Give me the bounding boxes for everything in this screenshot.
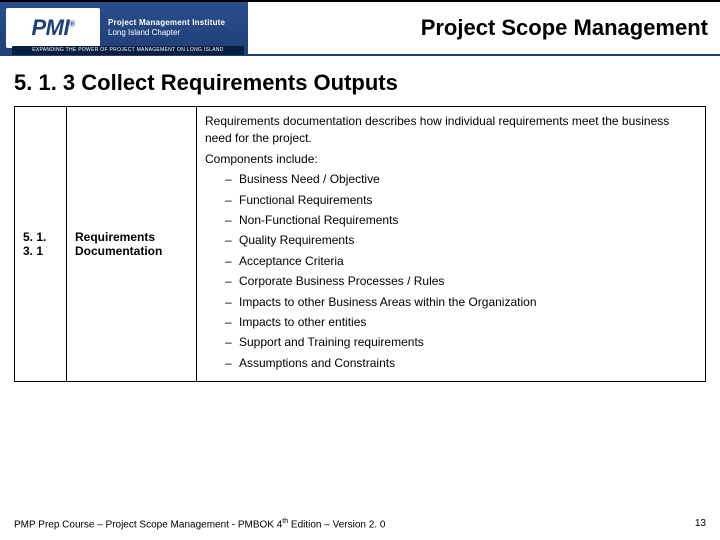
list-item: Non-Functional Requirements [225,212,697,229]
title-block: Project Scope Management [248,2,720,54]
table-row: 5. 1. 3. 1 Requirements Documentation Re… [15,107,706,382]
logo-text: PMI® [31,15,74,41]
footer: PMP Prep Course – Project Scope Manageme… [0,518,720,530]
footer-left: PMP Prep Course – Project Scope Manageme… [14,518,385,530]
list-item: Business Need / Objective [225,171,697,188]
logo-caption-line2: Long Island Chapter [108,28,225,38]
slide: PMI® Project Management Institute Long I… [0,0,720,540]
section-heading: 5. 1. 3 Collect Requirements Outputs [14,70,706,96]
logo-tagline: EXPANDING THE POWER OF PROJECT MANAGEMEN… [12,46,244,55]
list-item: Support and Training requirements [225,334,697,351]
cell-name: Requirements Documentation [67,107,197,382]
logo-caption: Project Management Institute Long Island… [108,18,225,37]
requirements-table: 5. 1. 3. 1 Requirements Documentation Re… [14,106,706,382]
content: 5. 1. 3. 1 Requirements Documentation Re… [0,106,720,540]
list-item: Impacts to other Business Areas within t… [225,294,697,311]
list-item: Assumptions and Constraints [225,355,697,372]
page-title: Project Scope Management [421,15,708,41]
page-number: 13 [695,518,706,530]
list-item: Acceptance Criteria [225,253,697,270]
list-item: Impacts to other entities [225,314,697,331]
list-item: Functional Requirements [225,192,697,209]
intro-text-2: Components include: [205,151,697,168]
list-item: Quality Requirements [225,232,697,249]
intro-text-1: Requirements documentation describes how… [205,113,697,148]
list-item: Corporate Business Processes / Rules [225,273,697,290]
cell-number: 5. 1. 3. 1 [15,107,67,382]
pmi-logo: PMI® [6,8,100,48]
components-list: Business Need / Objective Functional Req… [225,171,697,372]
subhead: 5. 1. 3 Collect Requirements Outputs [0,56,720,106]
cell-description: Requirements documentation describes how… [197,107,706,382]
logo-caption-line1: Project Management Institute [108,18,225,28]
